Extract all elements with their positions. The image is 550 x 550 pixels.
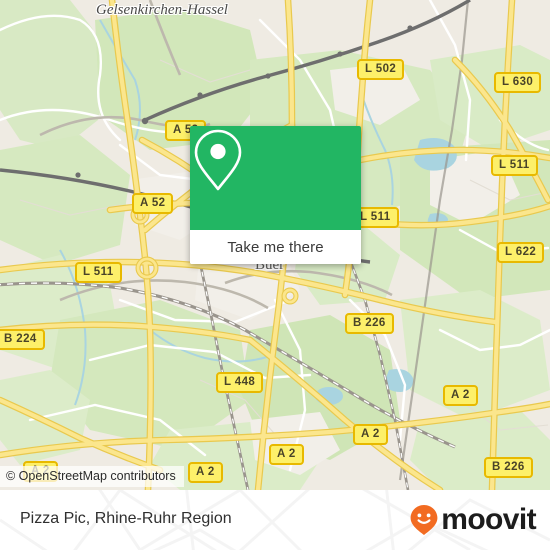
road-shield-l511-ne: L 511	[491, 155, 538, 176]
road-shield-a2-sw: A 2	[269, 444, 304, 465]
moovit-brand[interactable]: moovit	[409, 503, 537, 536]
road-shield-a2-c: A 2	[353, 424, 388, 445]
moovit-smiley-pin-icon	[410, 505, 438, 535]
map-pin-icon	[194, 129, 242, 191]
road-shield-l622: L 622	[497, 242, 545, 263]
take-me-there-button[interactable]: Take me there	[190, 230, 361, 264]
road-shield-l630: L 630	[494, 72, 542, 93]
road-shield-b226-c: B 226	[345, 313, 394, 334]
map-screenshot-page: Gelsenkirchen-Hassel Buer L 502 L 630 L …	[0, 0, 550, 550]
road-shield-l502: L 502	[357, 59, 405, 80]
place-label-gelsenkirchen-hassel: Gelsenkirchen-Hassel	[96, 2, 228, 18]
road-shield-l448: L 448	[216, 372, 264, 393]
map-canvas[interactable]: Gelsenkirchen-Hassel Buer L 502 L 630 L …	[0, 0, 550, 490]
popup-image	[190, 126, 361, 230]
road-shield-l511-w: L 511	[75, 262, 122, 283]
road-shield-a2-s: A 2	[188, 462, 223, 483]
osm-attribution[interactable]: © OpenStreetMap contributors	[0, 466, 184, 487]
road-shield-b226-se: B 226	[484, 457, 533, 478]
footer-bar: Pizza Pic, Rhine-Ruhr Region moovit	[0, 490, 550, 550]
road-shield-a52-w: A 52	[132, 193, 174, 214]
road-shield-a2-e: A 2	[443, 385, 478, 406]
road-shield-b224: B 224	[0, 329, 45, 350]
moovit-wordmark: moovit	[441, 503, 536, 536]
location-popup-card[interactable]: Take me there	[190, 126, 361, 264]
page-title: Pizza Pic, Rhine-Ruhr Region	[20, 510, 232, 527]
